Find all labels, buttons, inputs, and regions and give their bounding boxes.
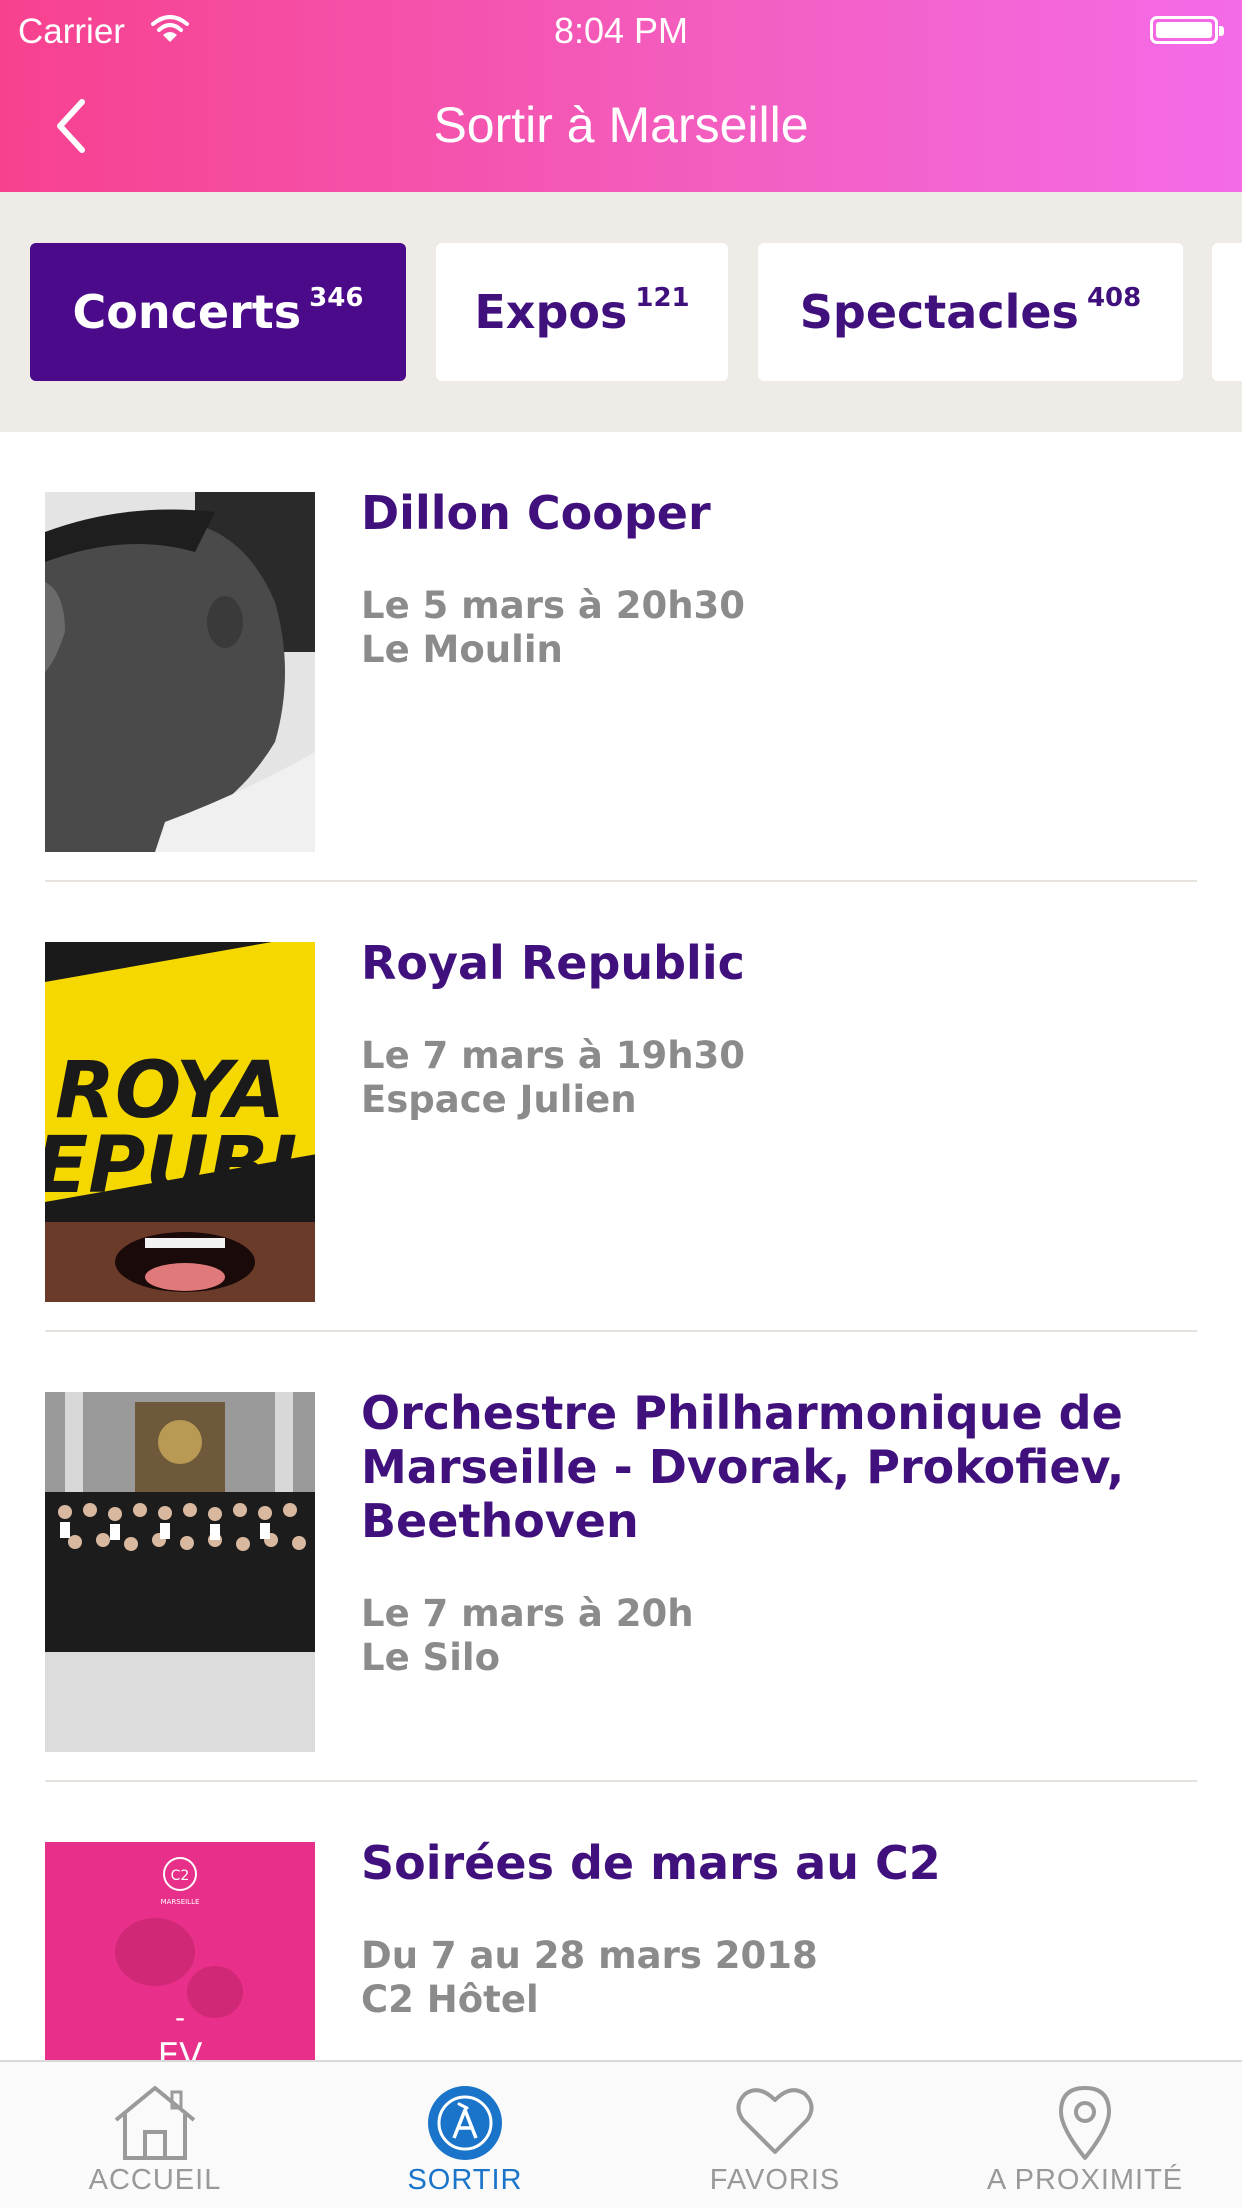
battery-icon bbox=[1150, 16, 1224, 44]
tabbar-item-favoris[interactable]: FAVORIS bbox=[620, 2062, 930, 2208]
poster-text: EPUBL bbox=[45, 1121, 315, 1211]
tab-count: 121 bbox=[635, 283, 690, 313]
event-title: Royal Republic bbox=[361, 936, 745, 990]
poster-subtitle: MARSEILLE bbox=[161, 1898, 200, 1906]
tabbar-label: A PROXIMITÉ bbox=[986, 2164, 1184, 2196]
poster-logo: C2 bbox=[171, 1868, 190, 1884]
tab-label: Spectacles bbox=[799, 285, 1079, 339]
event-image: ROYA EPUBL bbox=[45, 942, 315, 1302]
status-bar: Carrier 8:04 PM bbox=[0, 0, 1242, 60]
event-venue: Le Moulin bbox=[361, 628, 563, 671]
event-title: Dillon Cooper bbox=[361, 486, 711, 540]
tabbar-label: ACCUEIL bbox=[88, 2164, 222, 2196]
event-image bbox=[45, 1392, 315, 1752]
event-date: Le 7 mars à 20h bbox=[361, 1592, 694, 1635]
event-title: Orchestre Philharmonique de Marseille - … bbox=[361, 1386, 1161, 1548]
event-title: Soirées de mars au C2 bbox=[361, 1836, 941, 1890]
poster-text: - bbox=[175, 2001, 185, 2034]
event-title-line: Orchestre Philharmonique de bbox=[361, 1386, 1123, 1440]
sortir-icon bbox=[426, 2084, 504, 2166]
tab-label: Expos bbox=[474, 285, 628, 339]
tab-bar: ACCUEIL SORTIR FAVORIS A PROXIMITÉ bbox=[0, 2060, 1242, 2208]
list-item[interactable]: ROYA EPUBL Royal Republic Le 7 mars à 19… bbox=[45, 882, 1197, 1332]
event-venue: Le Silo bbox=[361, 1636, 500, 1679]
category-tabs: Concerts 346 Expos 121 Spectacles 408 bbox=[0, 192, 1242, 432]
event-title-line: Beethoven bbox=[361, 1494, 639, 1548]
tabbar-item-proximite[interactable]: A PROXIMITÉ bbox=[930, 2062, 1240, 2208]
tabbar-label: SORTIR bbox=[407, 2164, 523, 2196]
event-date: Le 7 mars à 19h30 bbox=[361, 1034, 746, 1077]
list-item[interactable]: Orchestre Philharmonique de Marseille - … bbox=[45, 1332, 1197, 1782]
tab-expos[interactable]: Expos 121 bbox=[436, 243, 728, 381]
header: Carrier 8:04 PM Sortir à Marseille bbox=[0, 0, 1242, 192]
list-item[interactable]: Dillon Cooper Le 5 mars à 20h30 Le Mouli… bbox=[45, 432, 1197, 882]
tabbar-item-accueil[interactable]: ACCUEIL bbox=[0, 2062, 310, 2208]
event-image bbox=[45, 492, 315, 852]
home-icon bbox=[110, 2084, 200, 2166]
status-time: 8:04 PM bbox=[553, 10, 689, 51]
event-date: Le 5 mars à 20h30 bbox=[361, 584, 746, 627]
tab-count: 408 bbox=[1086, 283, 1142, 313]
event-date: Du 7 au 28 mars 2018 bbox=[361, 1934, 818, 1977]
tab-count: 346 bbox=[309, 283, 364, 313]
tab-next[interactable] bbox=[1212, 243, 1242, 381]
event-title-line: Marseille - Dvorak, Prokofiev, bbox=[361, 1440, 1125, 1494]
location-pin-icon bbox=[1055, 2084, 1115, 2166]
heart-icon bbox=[735, 2084, 815, 2162]
tab-spectacles[interactable]: Spectacles 408 bbox=[758, 243, 1183, 381]
event-venue: C2 Hôtel bbox=[361, 1978, 539, 2021]
tab-label: Concerts bbox=[72, 285, 302, 339]
event-venue: Espace Julien bbox=[361, 1078, 637, 1121]
page-title: Sortir à Marseille bbox=[433, 97, 809, 153]
tab-concerts[interactable]: Concerts 346 bbox=[30, 243, 406, 381]
tabbar-item-sortir[interactable]: SORTIR bbox=[310, 2062, 620, 2208]
tabbar-label: FAVORIS bbox=[709, 2164, 841, 2196]
